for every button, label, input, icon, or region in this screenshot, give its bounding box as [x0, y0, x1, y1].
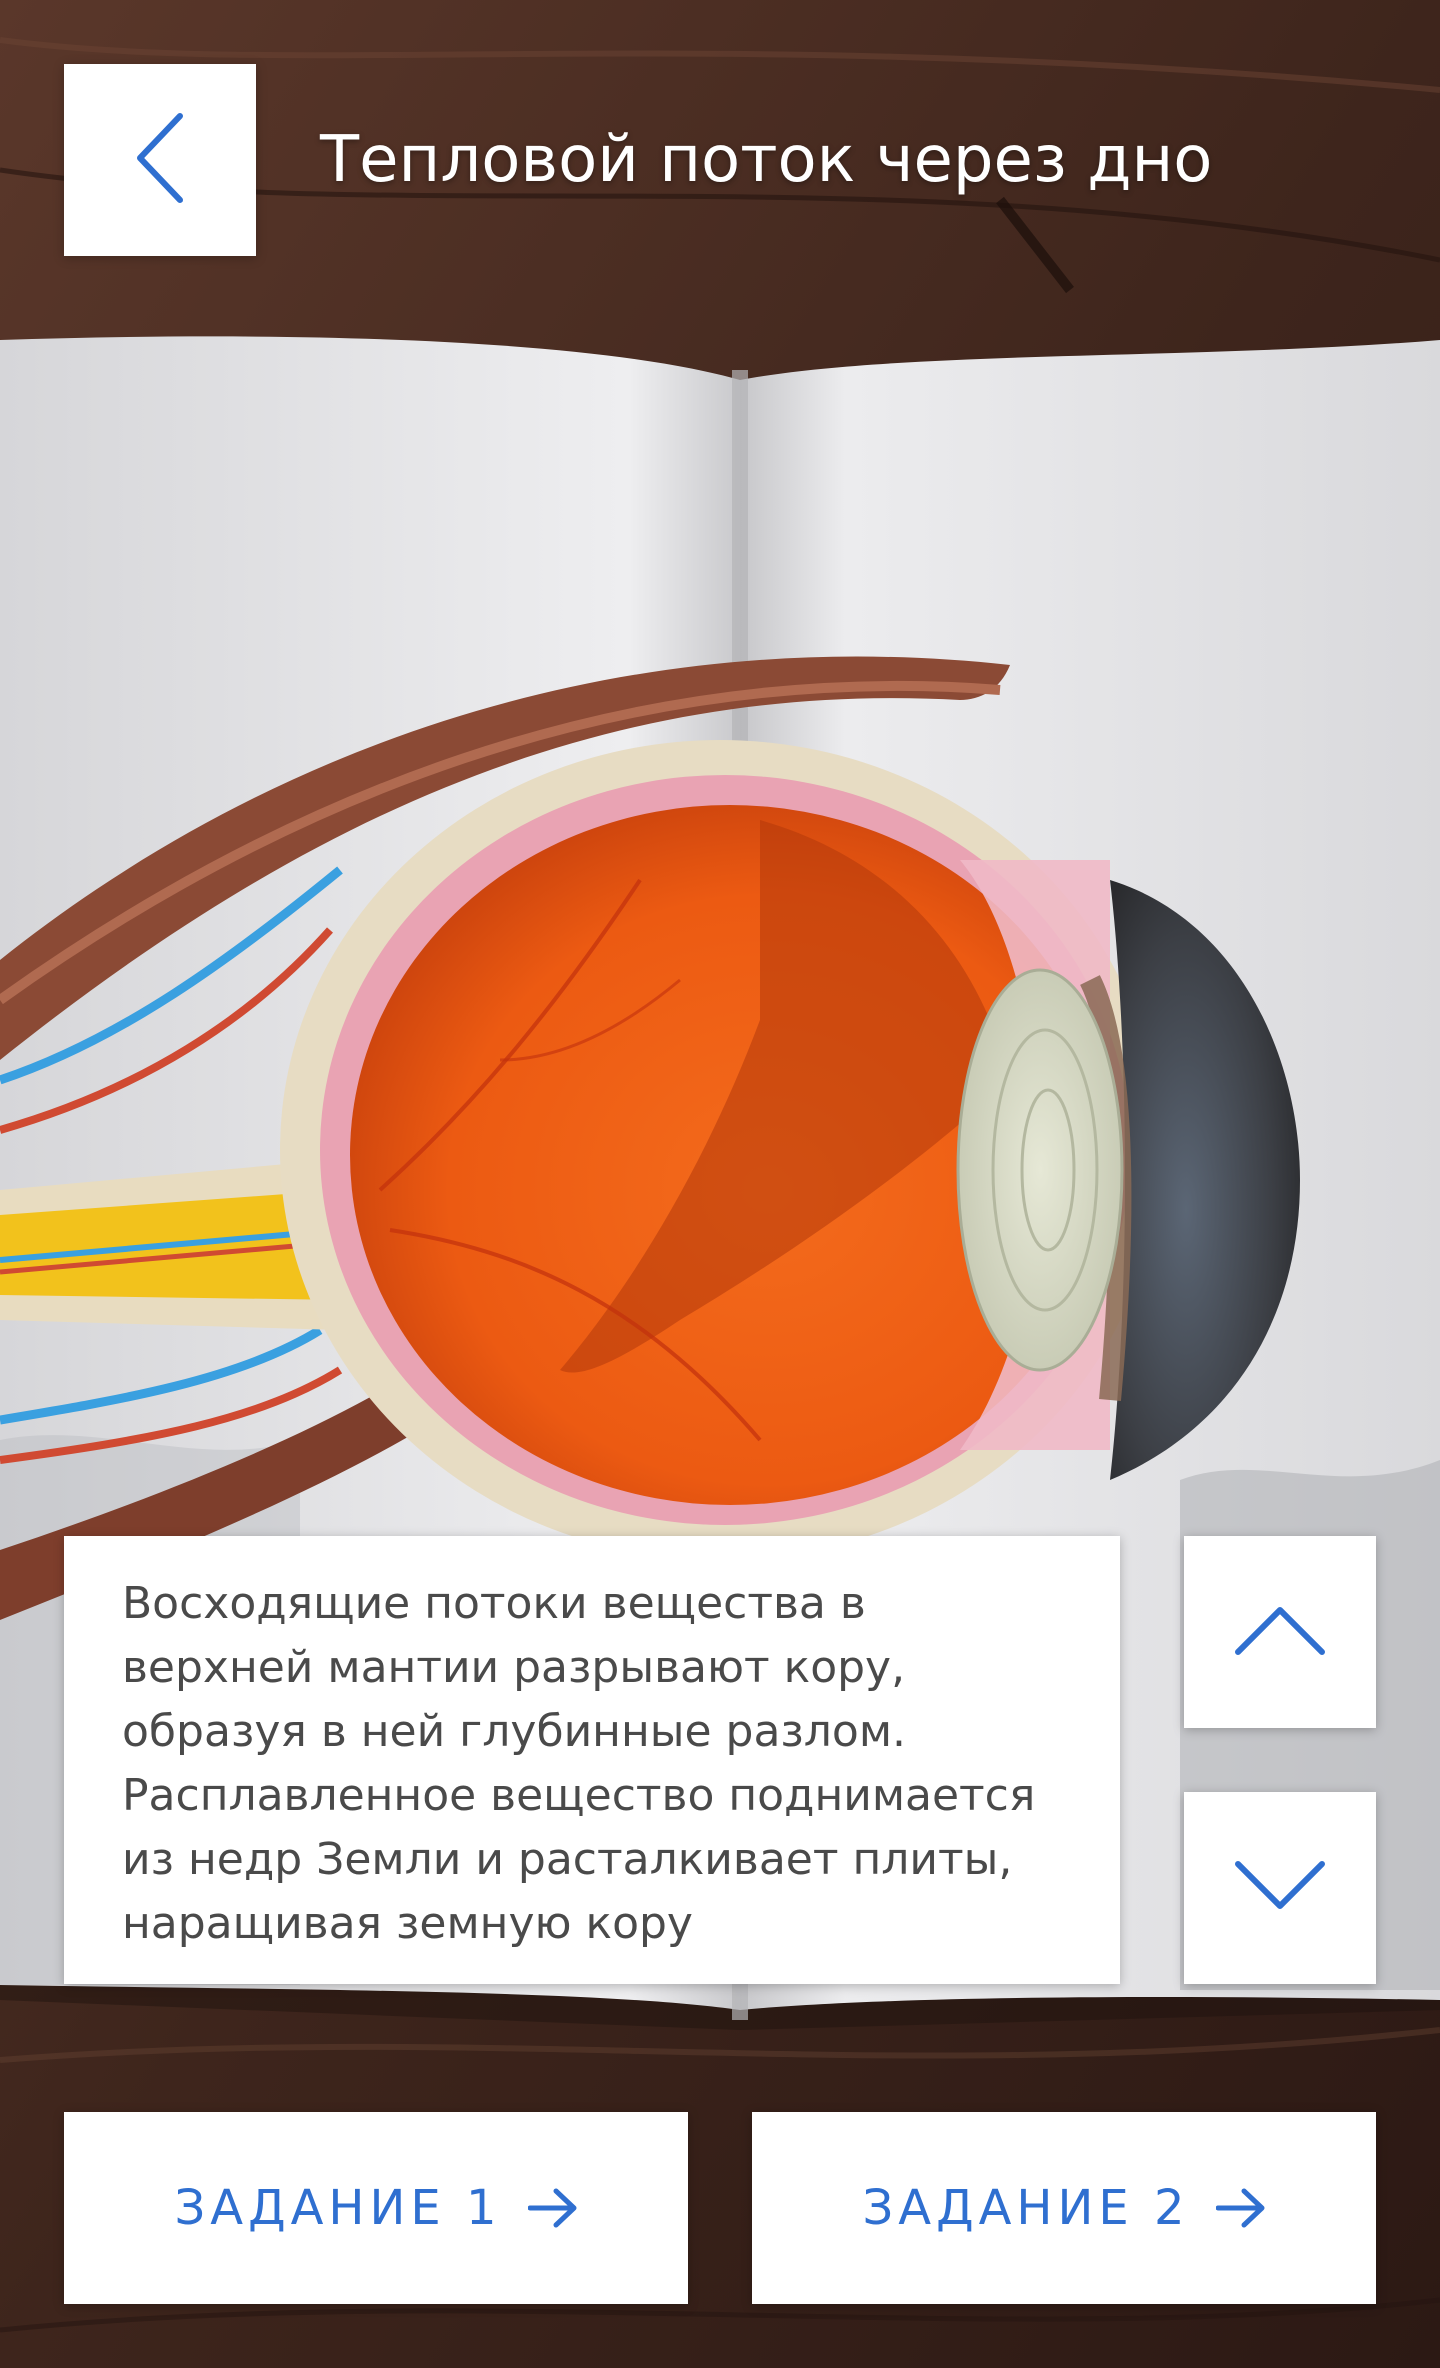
previous-step-button[interactable]	[1184, 1536, 1376, 1728]
task-1-button[interactable]: ЗАДАНИЕ 1	[64, 2112, 688, 2304]
chevron-up-icon	[1234, 1604, 1326, 1660]
ar-scene	[0, 0, 1440, 2368]
next-step-button[interactable]	[1184, 1792, 1376, 1984]
info-card: Восходящие потоки вещества в верхней ман…	[64, 1536, 1120, 1984]
page-title: Тепловой поток через дно	[320, 123, 1213, 197]
info-text: Восходящие потоки вещества в верхней ман…	[122, 1578, 1036, 1949]
back-button[interactable]	[64, 64, 256, 256]
task-1-label: ЗАДАНИЕ 1	[174, 2180, 502, 2236]
task-2-label: ЗАДАНИЕ 2	[862, 2180, 1190, 2236]
chevron-left-icon	[132, 110, 188, 210]
task-2-button[interactable]: ЗАДАНИЕ 2	[752, 2112, 1376, 2304]
arrow-right-icon	[527, 2188, 578, 2228]
arrow-right-icon	[1215, 2188, 1266, 2228]
chevron-down-icon	[1234, 1860, 1326, 1916]
